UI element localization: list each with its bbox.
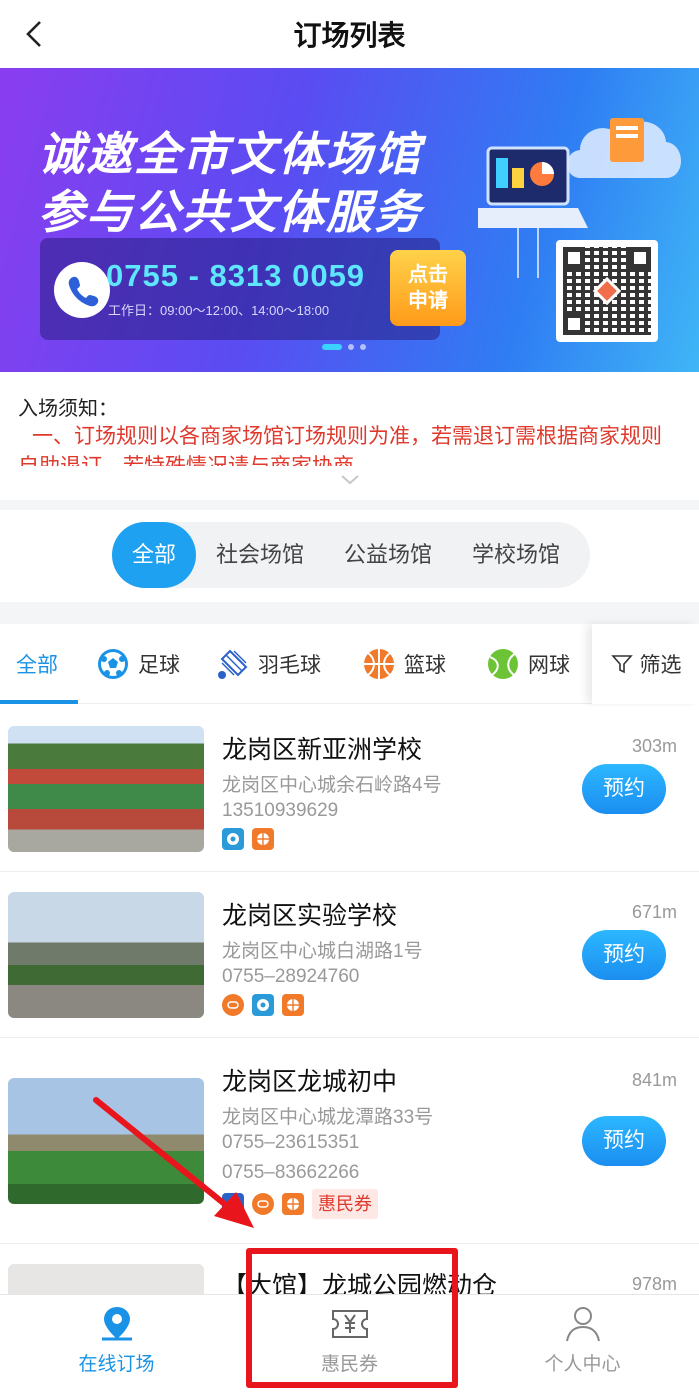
location-pin-icon — [102, 1307, 132, 1341]
qr-code — [556, 240, 658, 342]
venue-address: 龙岗区中心城龙潭路33号 — [222, 1107, 434, 1128]
venue-phone: 0755–28924760 — [222, 966, 360, 987]
venue-name: 龙岗区实验学校 — [222, 902, 398, 930]
tab-label: 篮球 — [404, 654, 446, 677]
basketball-icon — [282, 994, 304, 1016]
filter-icon — [610, 655, 633, 674]
tab-label: 全部 — [16, 654, 58, 677]
banner-work-hours: 工作日：09:00～12:00、14:00～18:00 — [108, 303, 330, 318]
divider — [0, 602, 699, 624]
venue-address: 龙岗区中心城白湖路1号 — [222, 941, 423, 962]
venue-distance: 841m — [631, 1070, 677, 1090]
list-item[interactable]: 龙岗区龙城初中 841m 龙岗区中心城龙潭路33号 0755–23615351 … — [0, 1038, 699, 1244]
banner-headline-1: 诚邀全市文体场馆 — [38, 128, 422, 180]
apply-label-2: 申请 — [408, 290, 448, 312]
tab-label: 网球 — [528, 654, 570, 677]
phone-icon — [54, 262, 110, 318]
venue-type-bar: 全部 社会场馆 公益场馆 学校场馆 — [0, 510, 699, 602]
banner-phone-box: 0755 - 8313 0059 工作日：09:00～12:00、14:00～1… — [40, 238, 440, 340]
list-item[interactable]: 龙岗区实验学校 671m 龙岗区中心城白湖路1号 0755–28924760 预… — [0, 872, 699, 1038]
carousel-dot[interactable] — [348, 344, 354, 350]
tab-football[interactable]: 足球 — [96, 624, 180, 704]
venue-distance: 978m — [631, 1274, 677, 1294]
carousel-dots[interactable] — [322, 344, 366, 350]
venue-thumbnail — [8, 1264, 204, 1294]
football-icon — [252, 994, 274, 1016]
tab-label: 个人中心 — [544, 1354, 621, 1375]
tab-label: 羽毛球 — [258, 654, 321, 677]
sport-tabs: 全部 足球 羽毛球 篮球 网球 筛选 — [0, 624, 699, 704]
venue-sport-tags — [222, 828, 274, 850]
tab-label: 足球 — [138, 654, 180, 677]
book-button[interactable]: 预约 — [582, 930, 666, 980]
active-tab-indicator — [0, 700, 78, 704]
apply-button[interactable]: 点击 申请 — [390, 250, 466, 326]
venue-thumbnail — [8, 1078, 204, 1204]
highlight-box — [246, 1248, 458, 1388]
football-icon — [222, 828, 244, 850]
venue-thumbnail — [8, 892, 204, 1018]
filter-label: 筛选 — [639, 654, 682, 677]
book-button[interactable]: 预约 — [582, 1116, 666, 1166]
list-item[interactable]: 龙岗区新亚洲学校 303m 龙岗区中心城余石岭路4号 13510939629 预… — [0, 706, 699, 872]
coupon-badge: 惠民券 — [312, 1189, 378, 1219]
venue-phone: 13510939629 — [222, 800, 339, 821]
tab-tennis[interactable]: 网球 — [486, 624, 570, 704]
venue-sport-tags: 惠民券 — [222, 1189, 378, 1219]
venue-type-all[interactable]: 全部 — [112, 522, 197, 588]
venue-name: 龙岗区龙城初中 — [222, 1068, 398, 1096]
venue-type-segmented: 全部 社会场馆 公益场馆 学校场馆 — [112, 522, 590, 588]
football-icon — [98, 649, 128, 679]
venue-type-social[interactable]: 社会场馆 — [196, 522, 324, 588]
badminton-icon — [218, 649, 248, 679]
venue-distance: 303m — [631, 736, 677, 756]
badminton-icon — [222, 1193, 244, 1215]
entry-notice: 入场须知： 一、订场规则以各商家场馆订场规则为准，若需退订需根据商家规则自助退订… — [0, 372, 699, 500]
venue-distance: 671m — [631, 902, 677, 922]
tab-online-booking[interactable]: 在线订场 — [0, 1295, 233, 1394]
tennis-icon — [488, 649, 518, 679]
notice-title: 入场须知： — [18, 398, 118, 420]
venue-sport-tags — [222, 994, 304, 1016]
divider — [0, 500, 699, 510]
basketball-icon — [252, 828, 274, 850]
venue-type-school[interactable]: 学校场馆 — [452, 522, 580, 588]
venue-type-public[interactable]: 公益场馆 — [324, 522, 452, 588]
venue-phone-2: 0755–83662266 — [222, 1162, 360, 1183]
venue-phone: 0755–23615351 — [222, 1132, 360, 1153]
carousel-dot[interactable] — [360, 344, 366, 350]
tab-sport-all[interactable]: 全部 — [16, 624, 58, 704]
page-title: 订场列表 — [293, 20, 406, 51]
book-button[interactable]: 预约 — [582, 764, 666, 814]
running-track-icon — [252, 1193, 274, 1215]
promo-banner[interactable]: 诚邀全市文体场馆 参与公共文体服务 0755 - 8313 0059 工作日：0… — [0, 68, 699, 372]
notice-text: 一、订场规则以各商家场馆订场规则为准，若需退订需根据商家规则自助退订，若特殊情况… — [18, 425, 662, 466]
cloud-illustration — [567, 118, 681, 178]
tab-badminton[interactable]: 羽毛球 — [216, 624, 321, 704]
venue-thumbnail — [8, 726, 204, 852]
running-track-icon — [222, 994, 244, 1016]
top-bar: 订场列表 — [0, 0, 699, 68]
venue-address: 龙岗区中心城余石岭路4号 — [222, 775, 442, 796]
tab-profile[interactable]: 个人中心 — [466, 1295, 699, 1394]
basketball-icon — [364, 649, 394, 679]
user-icon — [566, 1307, 600, 1342]
banner-headline-2: 参与公共文体服务 — [38, 186, 422, 238]
filter-button[interactable]: 筛选 — [592, 624, 699, 704]
tab-basketball[interactable]: 篮球 — [362, 624, 446, 704]
chevron-down-icon[interactable] — [338, 472, 362, 488]
apply-label-1: 点击 — [408, 264, 448, 286]
banner-phone-number: 0755 - 8313 0059 — [106, 258, 366, 293]
venue-name: 龙岗区新亚洲学校 — [222, 736, 423, 764]
tab-label: 在线订场 — [78, 1354, 155, 1375]
carousel-dot[interactable] — [322, 344, 342, 350]
basketball-icon — [282, 1193, 304, 1215]
